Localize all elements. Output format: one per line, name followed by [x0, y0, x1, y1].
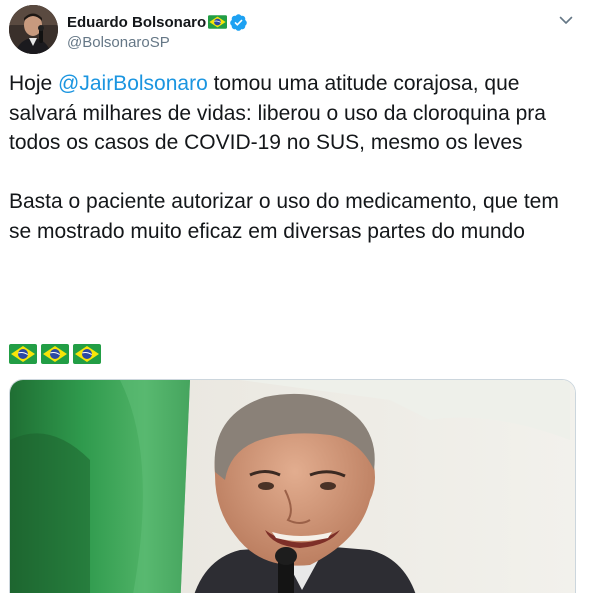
tweet-header: Eduardo Bolsonaro @BolsonaroSP	[9, 5, 579, 57]
avatar[interactable]	[9, 5, 58, 54]
tweet-paragraph-1: Hoje @JairBolsonaro tomou uma atitude co…	[9, 69, 574, 158]
chevron-down-icon[interactable]	[557, 11, 575, 29]
mention-link[interactable]: @JairBolsonaro	[58, 72, 208, 95]
author-names: Eduardo Bolsonaro @BolsonaroSP	[67, 12, 248, 51]
tweet-card: Eduardo Bolsonaro @BolsonaroSP Hoje @Jai…	[0, 0, 589, 593]
tweet-media-image[interactable]	[9, 379, 576, 593]
text-segment: Hoje	[9, 72, 59, 95]
flag-emoji-row	[9, 344, 101, 364]
verified-badge-icon	[229, 13, 248, 32]
tweet-text: Hoje @JairBolsonaro tomou uma atitude co…	[9, 69, 574, 246]
brazil-flag-icon	[73, 344, 101, 364]
display-name[interactable]: Eduardo Bolsonaro	[67, 14, 206, 31]
brazil-flag-icon	[41, 344, 69, 364]
brazil-flag-icon	[208, 15, 228, 29]
tweet-paragraph-2: Basta o paciente autorizar o uso do medi…	[9, 190, 559, 243]
author-handle[interactable]: @BolsonaroSP	[67, 34, 248, 51]
brazil-flag-icon	[9, 344, 37, 364]
name-row: Eduardo Bolsonaro	[67, 12, 248, 32]
